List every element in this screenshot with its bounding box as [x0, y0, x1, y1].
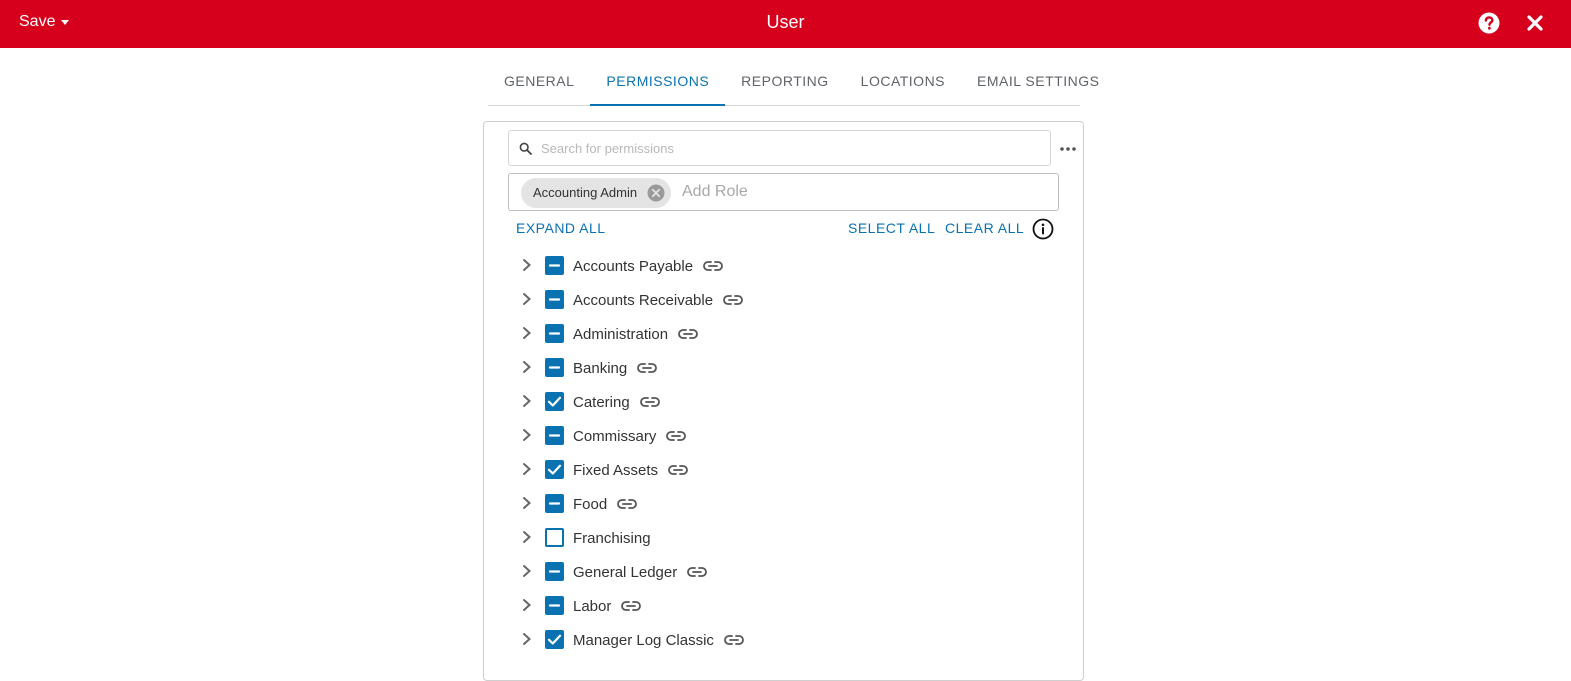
permission-label: Fixed Assets — [573, 462, 659, 479]
permission-row-accounts-receivable: Accounts Receivable — [516, 283, 1036, 317]
more-options-icon[interactable] — [1059, 143, 1077, 155]
remove-role-icon[interactable] — [647, 184, 665, 202]
permission-label: Accounts Receivable — [573, 292, 714, 309]
role-chip-label: Accounting Admin — [533, 185, 638, 200]
link-icon[interactable] — [702, 259, 724, 273]
chevron-right-icon[interactable] — [521, 530, 533, 544]
chevron-right-icon[interactable] — [521, 428, 533, 442]
select-all-button[interactable]: SELECT ALL — [848, 220, 935, 236]
link-icon[interactable] — [667, 463, 689, 477]
minus-icon — [548, 298, 561, 301]
permission-row-accounts-payable: Accounts Payable — [516, 249, 1036, 283]
role-chip: Accounting Admin — [521, 178, 672, 208]
permission-label: Catering — [573, 394, 630, 411]
permission-row-general-ledger: General Ledger — [516, 555, 1036, 589]
permission-row-franchising: Franchising — [516, 521, 1036, 555]
checkbox-indeterminate[interactable] — [545, 596, 564, 615]
permission-label: Manager Log Classic — [573, 632, 714, 649]
search-box — [508, 130, 1051, 166]
permission-row-catering: Catering — [516, 385, 1036, 419]
permission-label: Administration — [573, 326, 669, 343]
expand-all-button[interactable]: EXPAND ALL — [516, 220, 606, 236]
link-icon[interactable] — [723, 633, 745, 647]
chevron-right-icon[interactable] — [521, 292, 533, 306]
chevron-right-icon[interactable] — [521, 360, 533, 374]
check-icon — [547, 464, 562, 475]
clear-all-button[interactable]: CLEAR ALL — [945, 220, 1024, 236]
info-icon[interactable] — [1032, 218, 1054, 240]
chevron-right-icon[interactable] — [521, 326, 533, 340]
minus-icon — [548, 434, 561, 437]
checkbox-indeterminate[interactable] — [545, 494, 564, 513]
permission-row-fixed-assets: Fixed Assets — [516, 453, 1036, 487]
link-icon[interactable] — [616, 497, 638, 511]
minus-icon — [548, 570, 561, 573]
chevron-right-icon[interactable] — [521, 598, 533, 612]
checkbox-checked[interactable] — [545, 460, 564, 479]
chevron-right-icon[interactable] — [521, 496, 533, 510]
checkbox-indeterminate[interactable] — [545, 562, 564, 581]
checkbox-indeterminate[interactable] — [545, 426, 564, 445]
page-title: User — [766, 12, 805, 32]
link-icon[interactable] — [722, 293, 744, 307]
tab-email-settings[interactable]: EMAIL SETTINGS — [961, 62, 1115, 106]
check-icon — [547, 634, 562, 645]
tab-permissions[interactable]: PERMISSIONS — [590, 62, 726, 106]
search-input[interactable] — [541, 139, 1041, 157]
add-role-input[interactable] — [682, 182, 1042, 202]
checkbox-indeterminate[interactable] — [545, 324, 564, 343]
permission-label: Accounts Payable — [573, 258, 694, 275]
permission-label: Food — [573, 496, 608, 513]
link-icon[interactable] — [636, 361, 658, 375]
minus-icon — [548, 366, 561, 369]
permission-label: General Ledger — [573, 564, 678, 581]
chevron-right-icon[interactable] — [521, 394, 533, 408]
caret-down-icon — [61, 20, 70, 25]
link-icon[interactable] — [639, 395, 661, 409]
permission-tree: Accounts Payable Accounts Receivable Admin… — [516, 249, 1036, 657]
chevron-right-icon[interactable] — [521, 462, 533, 476]
close-icon[interactable] — [1526, 14, 1544, 32]
checkbox-checked[interactable] — [545, 630, 564, 649]
question-circle-icon[interactable] — [1478, 12, 1500, 34]
chevron-right-icon[interactable] — [521, 258, 533, 272]
roles-field: Accounting Admin — [508, 173, 1059, 211]
minus-icon — [548, 604, 561, 607]
chevron-right-icon[interactable] — [521, 564, 533, 578]
link-icon[interactable] — [686, 565, 708, 579]
tab-locations[interactable]: LOCATIONS — [845, 62, 961, 106]
permission-row-banking: Banking — [516, 351, 1036, 385]
checkbox-indeterminate[interactable] — [545, 256, 564, 275]
permission-label: Commissary — [573, 428, 657, 445]
minus-icon — [548, 502, 561, 505]
checkbox-indeterminate[interactable] — [545, 358, 564, 377]
permission-label: Labor — [573, 598, 612, 615]
permission-row-labor: Labor — [516, 589, 1036, 623]
permission-label: Banking — [573, 360, 628, 377]
permission-label: Franchising — [573, 530, 651, 547]
minus-icon — [548, 264, 561, 267]
permission-row-manager-log-classic: Manager Log Classic — [516, 623, 1036, 657]
top-bar: Save User — [0, 0, 1571, 48]
permission-row-commissary: Commissary — [516, 419, 1036, 453]
chevron-right-icon[interactable] — [521, 632, 533, 646]
permission-row-food: Food — [516, 487, 1036, 521]
checkbox-indeterminate[interactable] — [545, 290, 564, 309]
tab-bar: GENERAL PERMISSIONS REPORTING LOCATIONS … — [488, 62, 1099, 106]
check-icon — [547, 396, 562, 407]
tab-general[interactable]: GENERAL — [488, 62, 590, 106]
checkbox-checked[interactable] — [545, 392, 564, 411]
link-icon[interactable] — [677, 327, 699, 341]
link-icon[interactable] — [665, 429, 687, 443]
link-icon[interactable] — [620, 599, 642, 613]
search-icon — [519, 142, 532, 155]
tab-reporting[interactable]: REPORTING — [725, 62, 844, 106]
permission-row-administration: Administration — [516, 317, 1036, 351]
minus-icon — [548, 332, 561, 335]
checkbox-unchecked[interactable] — [545, 528, 564, 547]
save-label: Save — [19, 13, 56, 30]
save-menu-button[interactable]: Save — [19, 13, 70, 31]
